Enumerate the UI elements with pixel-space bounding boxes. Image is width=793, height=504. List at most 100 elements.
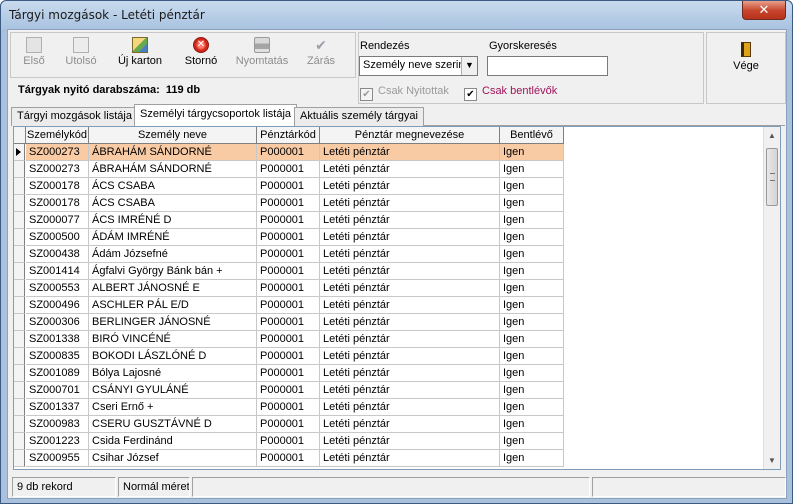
column-header-person-name[interactable]: Személy neve bbox=[89, 127, 257, 144]
cell-inside[interactable]: Igen bbox=[500, 365, 564, 382]
cell-cashdesk-code[interactable]: P000001 bbox=[257, 144, 320, 161]
cell-cashdesk-code[interactable]: P000001 bbox=[257, 246, 320, 263]
cell-person-code[interactable]: SZ000178 bbox=[26, 178, 89, 195]
row-indicator[interactable] bbox=[14, 314, 25, 331]
cell-inside[interactable]: Igen bbox=[500, 144, 564, 161]
tab-movements-list[interactable]: Tárgyi mozgások listája bbox=[11, 107, 138, 126]
cell-cashdesk-name[interactable]: Letéti pénztár bbox=[320, 229, 500, 246]
table-row[interactable]: SZ001337 Cseri Ernő + P000001 Letéti pénztá… bbox=[14, 399, 564, 416]
row-indicator[interactable] bbox=[14, 280, 25, 297]
cell-person-name[interactable]: BOKODI LÁSZLÓNÉ D bbox=[89, 348, 257, 365]
cell-person-name[interactable]: ASCHLER PÁL E/D bbox=[89, 297, 257, 314]
cell-cashdesk-code[interactable]: P000001 bbox=[257, 178, 320, 195]
cell-cashdesk-name[interactable]: Letéti pénztár bbox=[320, 450, 500, 467]
cell-person-name[interactable]: Ágfalvi György Bánk bán + bbox=[89, 263, 257, 280]
table-row[interactable]: SZ000835 BOKODI LÁSZLÓNÉ D P000001 Letéti p… bbox=[14, 348, 564, 365]
cell-inside[interactable]: Igen bbox=[500, 161, 564, 178]
table-row[interactable]: SZ000496 ASCHLER PÁL E/D P000001 Letéti pén… bbox=[14, 297, 564, 314]
table-row[interactable]: SZ000178 ÁCS CSABA P000001 Letéti pénztár Ig… bbox=[14, 178, 564, 195]
row-indicator[interactable] bbox=[14, 212, 25, 229]
cell-cashdesk-name[interactable]: Letéti pénztár bbox=[320, 161, 500, 178]
cell-cashdesk-code[interactable]: P000001 bbox=[257, 331, 320, 348]
cell-cashdesk-code[interactable]: P000001 bbox=[257, 416, 320, 433]
cell-cashdesk-code[interactable]: P000001 bbox=[257, 212, 320, 229]
table-row[interactable]: SZ001089 Bólya Lajosné P000001 Letéti pénzt… bbox=[14, 365, 564, 382]
row-indicator[interactable] bbox=[14, 246, 25, 263]
tab-current-person-items[interactable]: Aktuális személy tárgyai bbox=[294, 107, 424, 126]
table-row[interactable]: SZ000273 ÁBRAHÁM SÁNDORNÉ P000001 Letéti pé… bbox=[14, 161, 564, 178]
cell-person-name[interactable]: Csida Ferdinánd bbox=[89, 433, 257, 450]
cell-person-code[interactable]: SZ001223 bbox=[26, 433, 89, 450]
window-close-button[interactable]: ✕ bbox=[742, 1, 786, 20]
cell-cashdesk-code[interactable]: P000001 bbox=[257, 348, 320, 365]
cell-cashdesk-code[interactable]: P000001 bbox=[257, 195, 320, 212]
cell-person-name[interactable]: Csihar József bbox=[89, 450, 257, 467]
cell-person-name[interactable]: ALBERT JÁNOSNÉ E bbox=[89, 280, 257, 297]
quick-search-input[interactable] bbox=[487, 56, 608, 76]
vertical-scrollbar[interactable]: ▲ ▼ bbox=[763, 127, 780, 469]
row-indicator[interactable] bbox=[14, 297, 25, 314]
cell-cashdesk-name[interactable]: Letéti pénztár bbox=[320, 178, 500, 195]
row-indicator[interactable] bbox=[14, 161, 25, 178]
table-row[interactable]: SZ000983 CSERU GUSZTÁVNÉ D P000001 Letéti p… bbox=[14, 416, 564, 433]
only-inside-checkbox[interactable]: ✔ Csak bentlévők bbox=[464, 85, 557, 101]
cell-person-name[interactable]: ÁDÁM IMRÉNÉ bbox=[89, 229, 257, 246]
exit-button[interactable]: Vége bbox=[728, 42, 764, 72]
row-indicator[interactable] bbox=[14, 450, 25, 467]
cell-inside[interactable]: Igen bbox=[500, 399, 564, 416]
cell-inside[interactable]: Igen bbox=[500, 382, 564, 399]
scroll-thumb[interactable] bbox=[766, 148, 778, 206]
cell-person-code[interactable]: SZ001338 bbox=[26, 331, 89, 348]
cell-inside[interactable]: Igen bbox=[500, 246, 564, 263]
scroll-up-icon[interactable]: ▲ bbox=[764, 127, 780, 144]
cell-cashdesk-name[interactable]: Letéti pénztár bbox=[320, 246, 500, 263]
cell-cashdesk-code[interactable]: P000001 bbox=[257, 263, 320, 280]
title-bar[interactable]: Tárgyi mozgások - Letéti pénztár ✕ bbox=[1, 1, 792, 29]
cell-inside[interactable]: Igen bbox=[500, 331, 564, 348]
cell-person-name[interactable]: BIRÓ VINCÉNÉ bbox=[89, 331, 257, 348]
row-indicator[interactable] bbox=[14, 229, 25, 246]
table-row[interactable]: SZ001223 Csida Ferdinánd P000001 Letéti pén… bbox=[14, 433, 564, 450]
cell-cashdesk-code[interactable]: P000001 bbox=[257, 280, 320, 297]
cell-cashdesk-name[interactable]: Letéti pénztár bbox=[320, 399, 500, 416]
row-indicator[interactable] bbox=[14, 178, 25, 195]
cell-cashdesk-name[interactable]: Letéti pénztár bbox=[320, 365, 500, 382]
cell-cashdesk-name[interactable]: Letéti pénztár bbox=[320, 348, 500, 365]
cell-cashdesk-name[interactable]: Letéti pénztár bbox=[320, 331, 500, 348]
print-button[interactable]: Nyomtatás bbox=[233, 37, 291, 75]
table-row[interactable]: SZ000500 ÁDÁM IMRÉNÉ P000001 Letéti pénztár… bbox=[14, 229, 564, 246]
cell-person-code[interactable]: SZ000701 bbox=[26, 382, 89, 399]
column-header-cashdesk-name[interactable]: Pénztár megnevezése bbox=[320, 127, 500, 144]
table-row[interactable]: SZ000438 Ádám Józsefné P000001 Letéti pénzt… bbox=[14, 246, 564, 263]
cell-person-code[interactable]: SZ001414 bbox=[26, 263, 89, 280]
only-opened-checkbox[interactable]: ✔ Csak Nyitottak bbox=[360, 85, 449, 101]
cell-person-name[interactable]: ÁBRAHÁM SÁNDORNÉ bbox=[89, 161, 257, 178]
cell-person-name[interactable]: ÁCS CSABA bbox=[89, 178, 257, 195]
row-indicator[interactable] bbox=[14, 382, 25, 399]
cell-cashdesk-name[interactable]: Letéti pénztár bbox=[320, 195, 500, 212]
cell-person-code[interactable]: SZ001089 bbox=[26, 365, 89, 382]
row-indicator[interactable] bbox=[14, 144, 25, 161]
cell-cashdesk-code[interactable]: P000001 bbox=[257, 433, 320, 450]
row-indicator[interactable] bbox=[14, 365, 25, 382]
cell-person-code[interactable]: SZ000273 bbox=[26, 144, 89, 161]
cell-cashdesk-name[interactable]: Letéti pénztár bbox=[320, 382, 500, 399]
cell-cashdesk-name[interactable]: Letéti pénztár bbox=[320, 416, 500, 433]
close-button[interactable]: ✔ Zárás bbox=[303, 37, 339, 75]
cell-person-name[interactable]: Cseri Ernő + bbox=[89, 399, 257, 416]
cell-inside[interactable]: Igen bbox=[500, 433, 564, 450]
cell-person-name[interactable]: BERLINGER JÁNOSNÉ bbox=[89, 314, 257, 331]
cell-inside[interactable]: Igen bbox=[500, 178, 564, 195]
cell-person-name[interactable]: ÁCS IMRÉNÉ D bbox=[89, 212, 257, 229]
cell-cashdesk-code[interactable]: P000001 bbox=[257, 314, 320, 331]
cell-person-name[interactable]: ÁCS CSABA bbox=[89, 195, 257, 212]
cell-inside[interactable]: Igen bbox=[500, 195, 564, 212]
cell-inside[interactable]: Igen bbox=[500, 348, 564, 365]
table-row[interactable]: SZ000553 ALBERT JÁNOSNÉ E P000001 Letéti pé… bbox=[14, 280, 564, 297]
tab-personal-groups[interactable]: Személyi tárgycsoportok listája bbox=[134, 104, 298, 127]
table-row[interactable]: SZ000077 ÁCS IMRÉNÉ D P000001 Letéti pénztá… bbox=[14, 212, 564, 229]
row-indicator[interactable] bbox=[14, 433, 25, 450]
row-indicator[interactable] bbox=[14, 195, 25, 212]
cell-inside[interactable]: Igen bbox=[500, 280, 564, 297]
cell-cashdesk-name[interactable]: Letéti pénztár bbox=[320, 297, 500, 314]
